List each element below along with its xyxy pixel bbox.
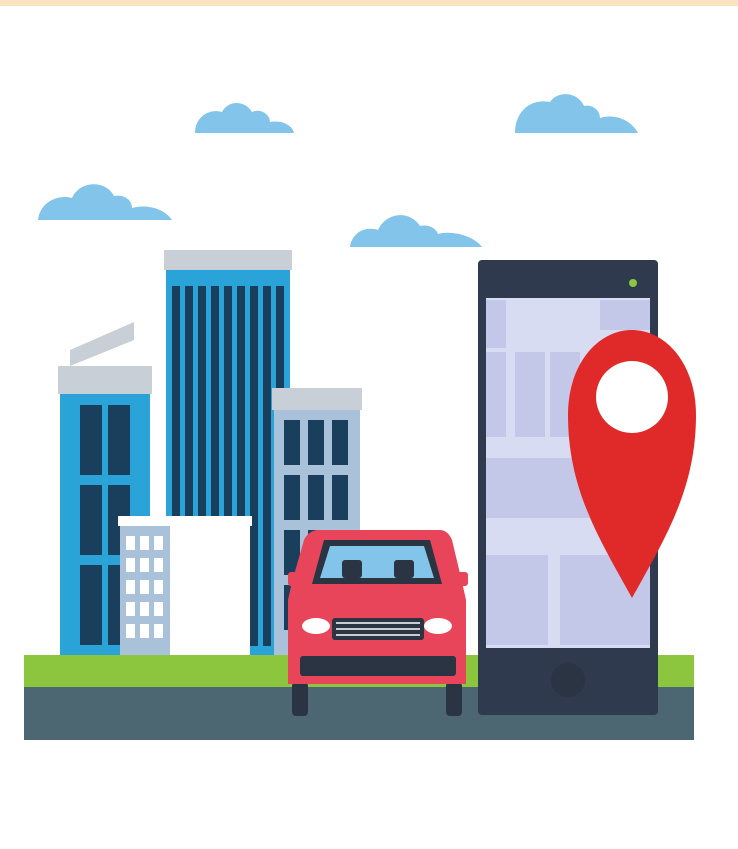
cloud-icon [515, 94, 638, 133]
cloud-icon [350, 215, 482, 247]
building-icon [118, 516, 252, 655]
illustration [24, 94, 696, 740]
cloud-icon [195, 103, 294, 133]
cloud-icon [38, 184, 172, 220]
